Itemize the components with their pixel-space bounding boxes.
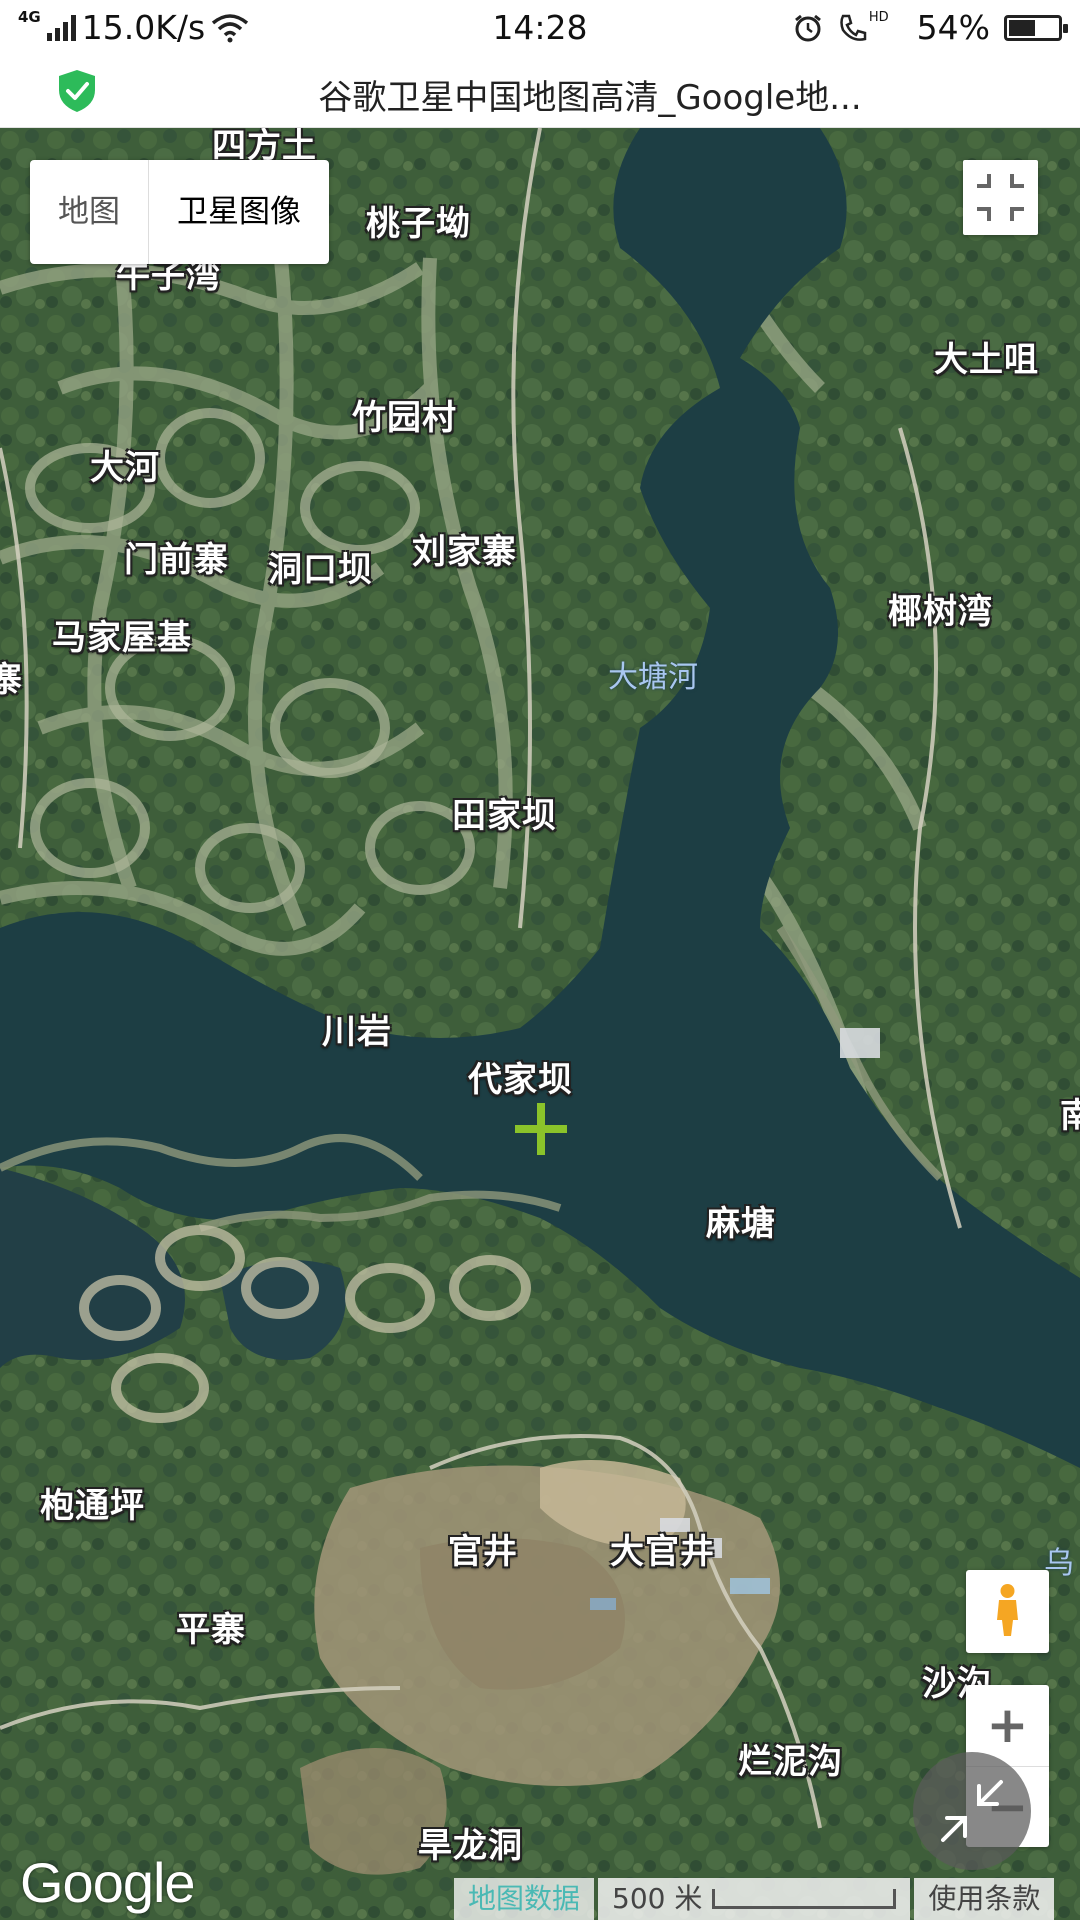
map-label-place: 川岩 xyxy=(322,1012,392,1052)
map-label-place: 洞口坝 xyxy=(268,550,373,590)
map-type-satellite-button[interactable]: 卫星图像 xyxy=(148,160,329,264)
map-label-water: 大塘河 xyxy=(608,660,698,695)
satellite-map[interactable]: 四方土 桃子坳 牛子湾 大土咀 竹园村 大河 门前寨 洞口坝 刘家寨 马家屋基 … xyxy=(0,128,1080,1920)
collapse-icon xyxy=(977,174,1024,221)
alarm-icon xyxy=(794,14,821,41)
map-label-place: 平寨 xyxy=(176,1610,246,1650)
map-type-map-button[interactable]: 地图 xyxy=(30,160,148,264)
map-label-place: 椰树湾 xyxy=(888,592,993,632)
map-label-place: 寨 xyxy=(0,660,23,700)
map-data-link[interactable]: 地图数据 xyxy=(454,1878,595,1920)
map-label-place: 大官井 xyxy=(610,1532,715,1572)
terms-link[interactable]: 使用条款 xyxy=(914,1878,1055,1920)
street-view-pegman-button[interactable] xyxy=(966,1570,1049,1653)
map-label-place: 官井 xyxy=(448,1532,518,1572)
map-label-place: 田家坝 xyxy=(452,796,557,836)
battery-level xyxy=(1009,19,1035,36)
map-label-place: 代家坝 xyxy=(468,1060,573,1100)
attribution-bar: 地图数据 500 米 使用条款 xyxy=(450,1878,1055,1920)
hd-badge: HD xyxy=(868,10,889,25)
scale-bar xyxy=(712,1889,897,1909)
page-title: 谷歌卫星中国地图高清_Google地... xyxy=(318,78,862,118)
map-label-place: 麻塘 xyxy=(706,1204,776,1244)
map-type-control: 地图 卫星图像 xyxy=(30,160,329,264)
map-label-place: 大河 xyxy=(90,448,160,488)
exit-fullscreen-button[interactable] xyxy=(963,160,1038,235)
map-label-place: 旱龙洞 xyxy=(418,1826,523,1866)
shrink-arrows-icon xyxy=(941,1780,1003,1842)
map-label-place: 南 xyxy=(1060,1096,1080,1136)
map-label-place: 桃子坳 xyxy=(366,204,471,244)
map-label-place: 刘家寨 xyxy=(412,532,517,572)
map-label-place: 烂泥沟 xyxy=(738,1742,843,1782)
battery-percent: 54% xyxy=(916,8,990,47)
battery-icon xyxy=(1004,14,1068,41)
floating-collapse-button[interactable] xyxy=(913,1752,1031,1870)
phone-hd-icon xyxy=(840,14,867,41)
satellite-imagery xyxy=(0,128,1080,1920)
map-label-place: 门前寨 xyxy=(124,540,229,580)
scale-label: 500 米 xyxy=(612,1882,703,1915)
map-label-place: 大土咀 xyxy=(934,340,1039,380)
map-label-place: 竹园村 xyxy=(352,398,457,438)
status-right: HD 54% xyxy=(793,8,1068,47)
map-label-place: 枹通坪 xyxy=(40,1486,145,1526)
scale-control[interactable]: 500 米 xyxy=(598,1878,911,1920)
crosshair-icon xyxy=(515,1103,567,1155)
pegman-icon xyxy=(997,1584,1018,1636)
status-bar: 4G 15.0K/s 14:28 HD 54% xyxy=(0,0,1080,56)
google-logo: Google xyxy=(20,1851,196,1914)
security-shield-icon xyxy=(59,70,95,112)
map-label-place: 马家屋基 xyxy=(52,618,192,658)
title-bar: 谷歌卫星中国地图高清_Google地... xyxy=(0,56,1080,128)
